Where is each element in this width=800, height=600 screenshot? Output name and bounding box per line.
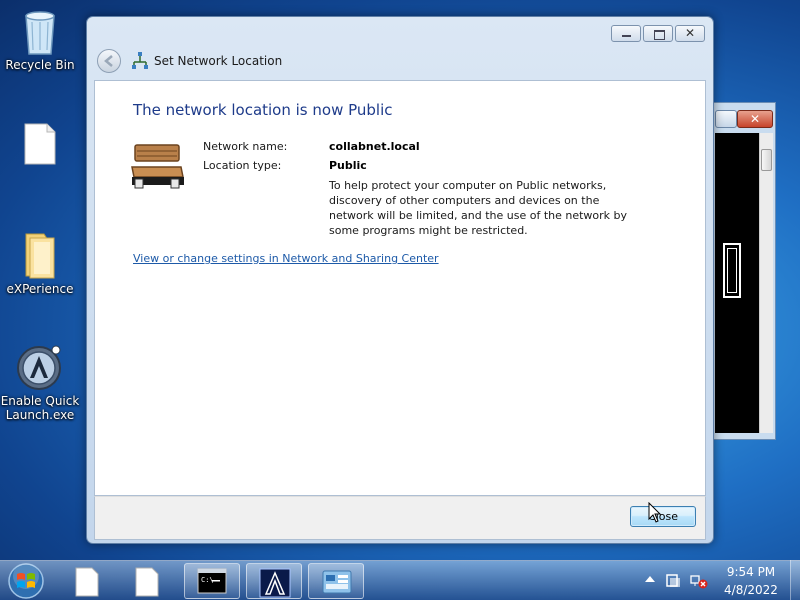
app-a-icon xyxy=(259,568,291,598)
dialog-title: Set Network Location xyxy=(154,54,283,68)
network-disconnected-icon[interactable] xyxy=(690,573,708,589)
action-center-icon[interactable] xyxy=(666,573,682,589)
taskbar-item-file-2[interactable] xyxy=(122,563,178,599)
show-desktop-button[interactable] xyxy=(790,560,800,600)
desktop-icon-blank-file[interactable] xyxy=(0,122,80,168)
desktop-icon-enable-quick-launch[interactable]: Enable Quick Launch.exe xyxy=(0,342,80,422)
dialog-content: The network location is now Public Netwo… xyxy=(94,80,706,496)
console-close-button[interactable]: ✕ xyxy=(737,110,773,128)
file-icon xyxy=(75,567,99,597)
dialog-footer: Close xyxy=(94,496,706,540)
taskbar-item-file-1[interactable] xyxy=(62,563,118,599)
desktop-icon-label: eXPerience xyxy=(6,282,74,296)
network-sharing-center-link[interactable]: View or change settings in Network and S… xyxy=(133,252,439,265)
taskbar-item-network-control-panel[interactable] xyxy=(308,563,364,599)
minimize-button[interactable] xyxy=(611,25,641,42)
window-controls: ✕ xyxy=(611,25,705,42)
close-window-button[interactable]: ✕ xyxy=(675,25,705,42)
start-button[interactable] xyxy=(6,562,46,600)
taskbar: C:\ xyxy=(0,560,800,600)
console-scroll-thumb[interactable] xyxy=(761,149,772,171)
svg-text:C:\: C:\ xyxy=(201,576,214,584)
network-name-value: collabnet.local xyxy=(329,140,420,153)
command-prompt-icon: C:\ xyxy=(197,568,227,594)
network-icon xyxy=(132,52,148,69)
location-type-label: Location type: xyxy=(203,159,282,172)
file-icon xyxy=(24,123,56,165)
location-type-value: Public xyxy=(329,159,367,172)
public-network-description: To help protect your computer on Public … xyxy=(329,179,628,237)
quick-launch-app-icon xyxy=(17,345,61,390)
desktop-icon-label: Enable Quick Launch.exe xyxy=(0,394,80,422)
console-text-frame-inner xyxy=(727,248,737,293)
close-button[interactable]: Close xyxy=(630,506,696,527)
clock-time[interactable]: 9:54 PM xyxy=(712,565,790,579)
page-heading: The network location is now Public xyxy=(133,101,393,119)
public-park-bench-icon xyxy=(131,144,184,189)
maximize-button[interactable] xyxy=(643,25,673,42)
set-network-location-dialog: ✕ Set Network Location The network locat… xyxy=(86,16,714,544)
desktop-icon-experience[interactable]: eXPerience xyxy=(0,230,80,296)
windows-orb-icon xyxy=(8,563,44,599)
console-maximize-button[interactable] xyxy=(715,110,737,128)
console-scrollbar[interactable] xyxy=(759,133,773,433)
taskbar-item-command-prompt[interactable]: C:\ xyxy=(184,563,240,599)
mouse-cursor-icon xyxy=(648,502,662,523)
network-name-label: Network name: xyxy=(203,140,288,153)
show-hidden-icons-icon[interactable] xyxy=(645,576,655,582)
file-icon xyxy=(135,567,159,597)
console-window[interactable]: ✕ xyxy=(706,102,776,440)
back-arrow-icon xyxy=(104,55,113,67)
control-panel-icon xyxy=(322,570,352,594)
clock-date[interactable]: 4/8/2022 xyxy=(712,583,790,597)
taskbar-item-app-a[interactable] xyxy=(246,563,302,599)
desktop-icon-recycle-bin[interactable]: Recycle Bin xyxy=(0,8,80,72)
desktop-icon-label: Recycle Bin xyxy=(5,58,75,72)
console-output-area[interactable] xyxy=(715,133,759,433)
recycle-bin-icon xyxy=(25,11,55,55)
back-button[interactable] xyxy=(97,49,121,73)
folder-icon xyxy=(25,233,55,279)
